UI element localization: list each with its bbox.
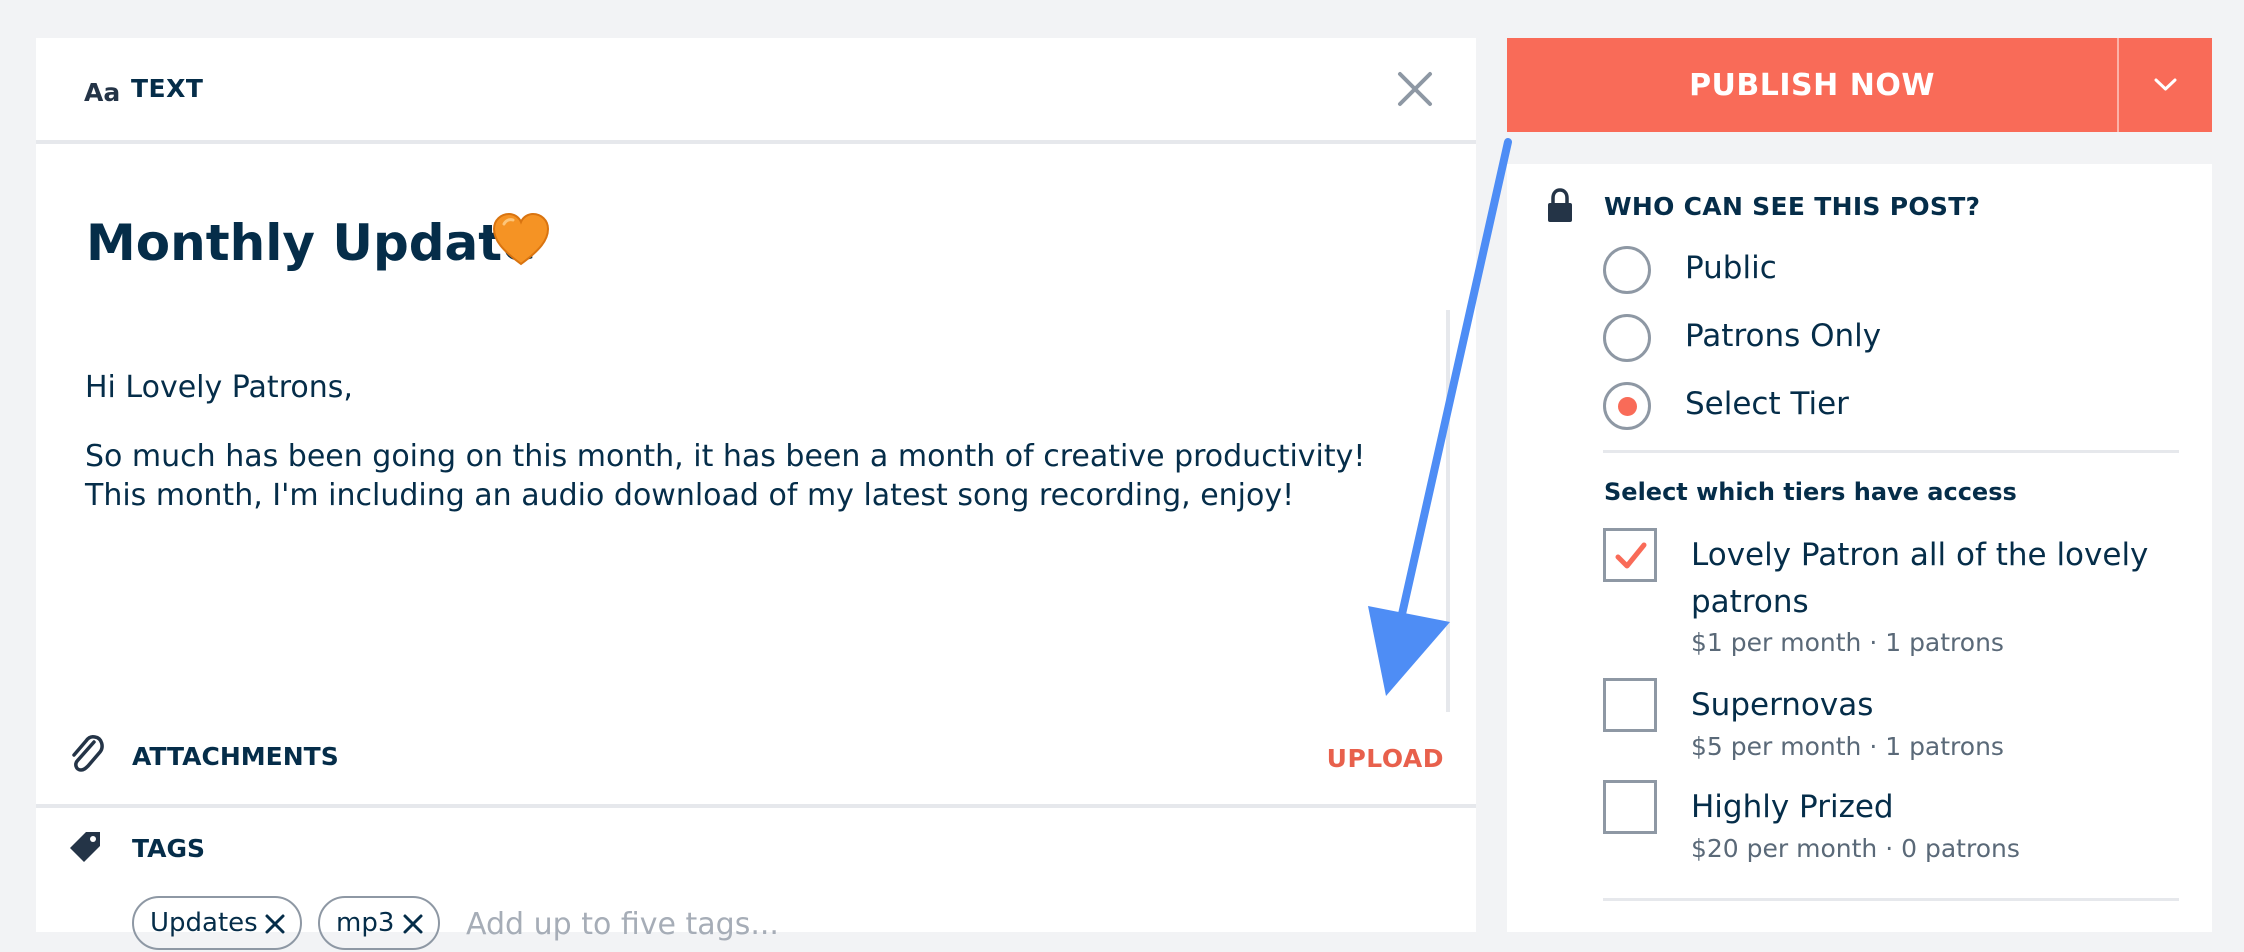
tag-chip: Updates	[132, 896, 302, 950]
tier-item: Highly Prized $20 per month · 0 patrons	[1603, 780, 2179, 870]
tier-meta: $20 per month · 0 patrons	[1691, 834, 2020, 863]
tag-chip: mp3	[318, 896, 440, 950]
radio-button[interactable]	[1603, 246, 1651, 294]
post-editor: Aa TEXT Monthly Update Hi Lovely Patrons…	[36, 38, 1476, 952]
orange-heart-icon	[492, 212, 550, 266]
editor-scrollbar[interactable]	[1446, 310, 1450, 712]
radio-selected-dot	[1618, 397, 1637, 416]
tag-chip-label: Updates	[150, 908, 258, 938]
body-paragraph: So much has been going on this month, it…	[85, 439, 1366, 513]
text-type-icon: Aa	[84, 78, 121, 107]
tags-section: TAGS Updates mp3	[36, 808, 1476, 952]
radio-label: Select Tier	[1685, 386, 1849, 422]
visibility-title: WHO CAN SEE THIS POST?	[1604, 192, 1981, 221]
tier-checkbox[interactable]	[1603, 780, 1657, 834]
post-body[interactable]: Hi Lovely Patrons, So much has been goin…	[85, 368, 1425, 545]
tiers-title: Select which tiers have access	[1604, 478, 2017, 506]
chevron-down-icon[interactable]	[2119, 38, 2212, 132]
body-paragraph: Hi Lovely Patrons,	[85, 370, 353, 405]
radio-label: Public	[1685, 250, 1777, 286]
tier-item: Supernovas $5 per month · 1 patrons	[1603, 678, 2179, 768]
publish-now-button[interactable]: PUBLISH NOW	[1507, 38, 2117, 132]
checkmark-icon	[1615, 542, 1647, 569]
tags-label: TAGS	[132, 834, 205, 863]
close-icon[interactable]	[1390, 64, 1440, 114]
upload-link[interactable]: UPLOAD	[1327, 744, 1444, 773]
tier-item: Lovely Patron all of the lovely patrons …	[1603, 528, 2179, 658]
tier-checkbox[interactable]	[1603, 678, 1657, 732]
tier-meta: $5 per month · 1 patrons	[1691, 732, 2004, 761]
tag-chip-label: mp3	[336, 908, 395, 938]
post-type-label: TEXT	[131, 74, 204, 103]
tier-name: Supernovas	[1691, 687, 1874, 723]
tier-checkbox-checked[interactable]	[1603, 528, 1657, 582]
radio-label: Patrons Only	[1685, 318, 1882, 354]
tag-icon	[70, 832, 100, 862]
tier-name: Lovely Patron all of the lovely patrons	[1691, 537, 2149, 620]
paperclip-icon	[72, 735, 104, 772]
attachments-row: ATTACHMENTS UPLOAD	[36, 714, 1476, 808]
tier-meta: $1 per month · 1 patrons	[1691, 628, 2004, 657]
tier-name: Highly Prized	[1691, 789, 1894, 825]
editor-header: Aa TEXT	[36, 38, 1476, 144]
radio-button-selected[interactable]	[1603, 382, 1651, 430]
lock-icon	[1548, 188, 1572, 222]
publish-bar: PUBLISH NOW	[1507, 38, 2212, 132]
visibility-panel: WHO CAN SEE THIS POST? Public Patrons On…	[1507, 164, 2212, 932]
attachments-label: ATTACHMENTS	[132, 742, 339, 771]
divider	[1603, 898, 2179, 901]
post-title[interactable]: Monthly Update	[86, 208, 536, 278]
divider	[1603, 450, 2179, 453]
radio-button[interactable]	[1603, 314, 1651, 362]
tag-input[interactable]	[464, 896, 968, 952]
